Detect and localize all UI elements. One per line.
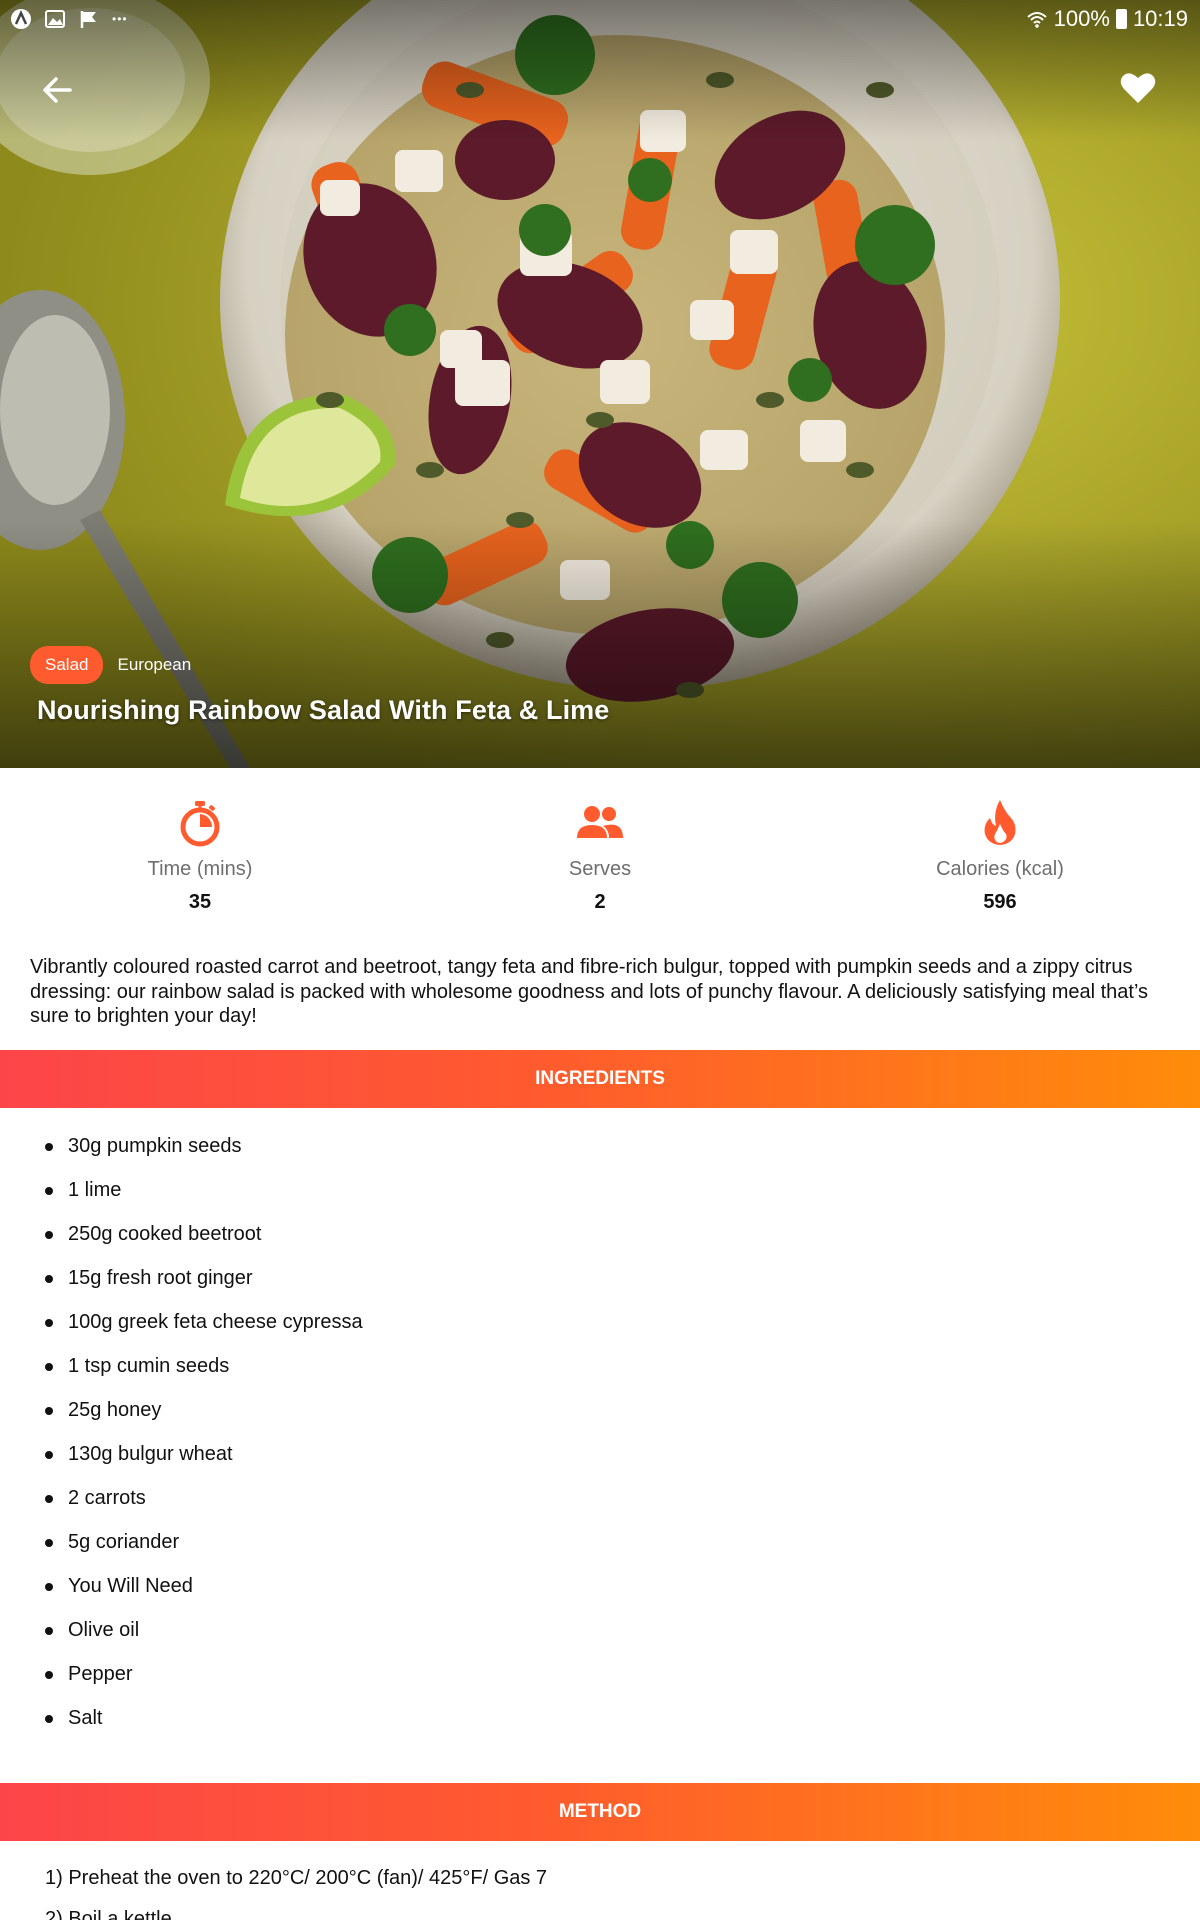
list-item: 30g pumpkin seeds <box>0 1124 1200 1168</box>
app-icon <box>11 9 31 29</box>
list-item: 130g bulgur wheat <box>0 1432 1200 1476</box>
list-item: 2 carrots <box>0 1476 1200 1520</box>
method-step: 2) Boil a kettle <box>45 1908 172 1920</box>
status-bar: ••• 100% 10:19 <box>0 0 1200 38</box>
recipe-tags: Salad European <box>30 646 191 684</box>
battery-percent: 100% <box>1053 6 1110 31</box>
arrow-left-icon <box>43 77 72 103</box>
list-item: 1 tsp cumin seeds <box>0 1344 1200 1388</box>
stat-calories-label: Calories (kcal) <box>936 858 1064 880</box>
more-dots-icon: ••• <box>112 12 128 26</box>
list-item: Olive oil <box>0 1608 1200 1652</box>
list-item: 25g honey <box>0 1388 1200 1432</box>
list-item: Pepper <box>0 1652 1200 1696</box>
list-item: 15g fresh root ginger <box>0 1256 1200 1300</box>
wifi-icon <box>1026 12 1047 28</box>
flag-icon <box>80 11 96 28</box>
recipe-description: Vibrantly coloured roasted carrot and be… <box>30 956 1149 1027</box>
list-item: 250g cooked beetroot <box>0 1212 1200 1256</box>
clock: 10:19 <box>1132 6 1188 31</box>
ingredients-header: INGREDIENTS <box>0 1050 1200 1108</box>
method-header: METHOD <box>0 1783 1200 1841</box>
flame-icon <box>984 800 1016 845</box>
stat-calories-value: 596 <box>983 891 1017 913</box>
back-button[interactable] <box>38 70 78 110</box>
method-step: 1) Preheat the oven to 220°C/ 200°C (fan… <box>45 1867 548 1889</box>
recipe-title: Nourishing Rainbow Salad With Feta & Lim… <box>37 695 610 725</box>
list-item: You Will Need <box>0 1564 1200 1608</box>
hero-image: ••• 100% 10:19 Salad European Nourishing… <box>0 0 1200 768</box>
cuisine-tag[interactable]: European <box>117 655 191 675</box>
list-item: 100g greek feta cheese cypressa <box>0 1300 1200 1344</box>
ingredients-list: 30g pumpkin seeds 1 lime 250g cooked bee… <box>0 1124 1200 1740</box>
list-item: 1 lime <box>0 1168 1200 1212</box>
status-left-icons: ••• <box>10 8 128 30</box>
category-tag[interactable]: Salad <box>30 646 104 684</box>
stopwatch-icon <box>180 801 220 847</box>
people-icon <box>577 806 623 838</box>
heart-icon <box>1120 73 1156 103</box>
favorite-button[interactable] <box>1118 68 1158 108</box>
battery-icon <box>1115 9 1127 29</box>
stat-serves-value: 2 <box>594 891 606 913</box>
gallery-icon <box>45 10 65 28</box>
recipe-stats: Time (mins) 35 Serves 2 Calories (kcal) … <box>0 768 1200 938</box>
list-item: 5g coriander <box>0 1520 1200 1564</box>
stat-time-label: Time (mins) <box>147 858 253 880</box>
status-right: 100% 10:19 <box>1026 6 1188 32</box>
list-item: Salt <box>0 1696 1200 1740</box>
stat-serves-label: Serves <box>568 858 632 880</box>
stat-time-value: 35 <box>188 891 212 913</box>
